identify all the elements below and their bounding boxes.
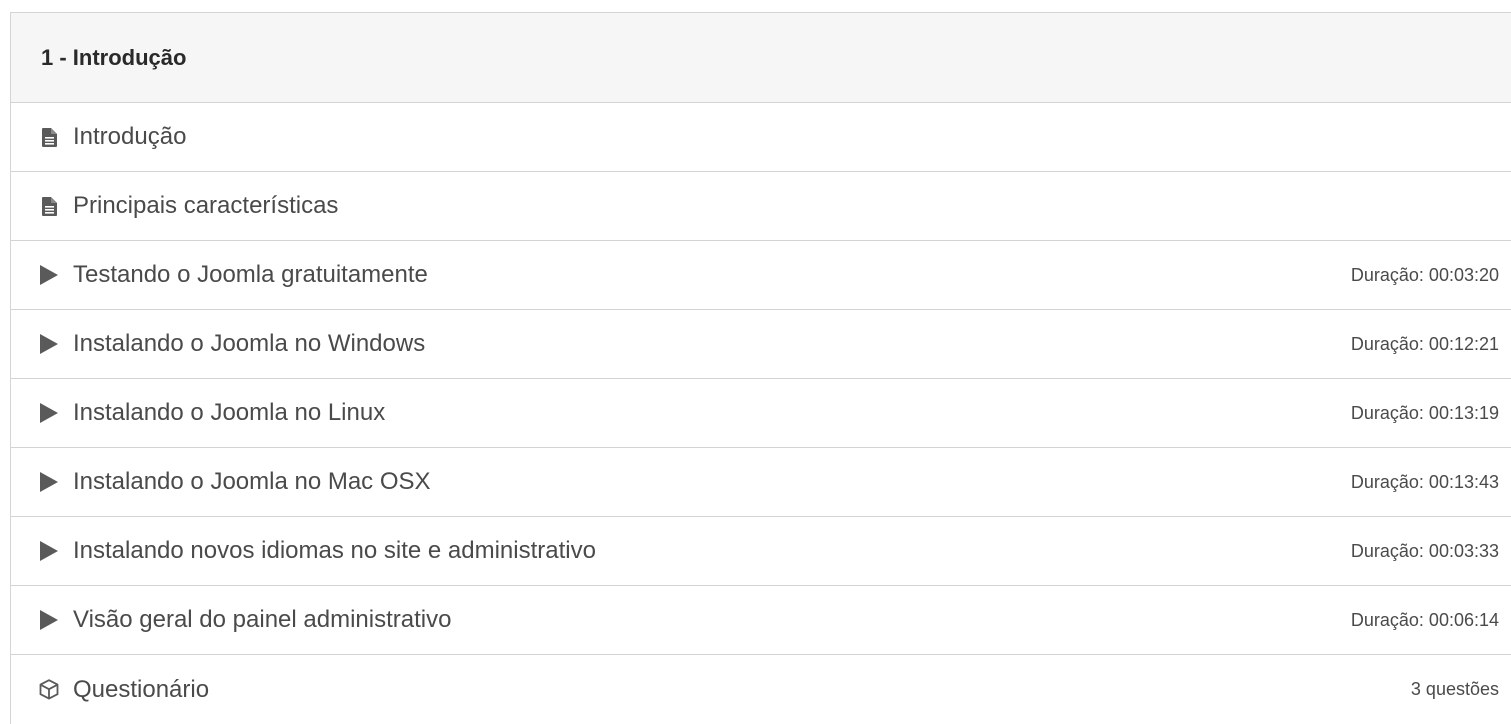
lesson-title: Principais características: [73, 192, 339, 219]
lesson-item[interactable]: Instalando o Joomla no Windows Duração: …: [11, 310, 1511, 379]
lesson-item[interactable]: Instalando o Joomla no Linux Duração: 00…: [11, 379, 1511, 448]
lesson-item[interactable]: Instalando o Joomla no Mac OSX Duração: …: [11, 448, 1511, 517]
lesson-duration: Duração: 00:03:20: [1350, 264, 1499, 285]
document-icon: [39, 125, 59, 149]
lesson-title: Visão geral do painel administrativo: [73, 606, 452, 633]
play-icon: [39, 470, 59, 494]
lesson-duration: Duração: 00:13:19: [1350, 402, 1499, 423]
lesson-duration: Duração: 00:03:33: [1350, 540, 1499, 561]
lesson-item[interactable]: Visão geral do painel administrativo Dur…: [11, 586, 1511, 655]
course-module: 1 - Introdução Introdução Principais car…: [10, 12, 1511, 724]
lesson-duration: Duração: 00:06:14: [1350, 609, 1499, 630]
lesson-title: Testando o Joomla gratuitamente: [73, 261, 428, 288]
play-icon: [39, 608, 59, 632]
document-icon: [39, 194, 59, 218]
lesson-duration: Duração: 00:13:43: [1350, 471, 1499, 492]
lesson-item[interactable]: Testando o Joomla gratuitamente Duração:…: [11, 241, 1511, 310]
lesson-duration: Duração: 00:12:21: [1350, 333, 1499, 354]
lesson-title: Instalando o Joomla no Windows: [73, 330, 426, 357]
lesson-title: Instalando o Joomla no Mac OSX: [73, 468, 431, 495]
module-header[interactable]: 1 - Introdução: [11, 13, 1511, 103]
play-icon: [39, 401, 59, 425]
play-icon: [39, 332, 59, 356]
lesson-title: Instalando novos idiomas no site e admin…: [73, 537, 596, 564]
cube-icon: [39, 678, 59, 702]
lesson-item[interactable]: Questionário 3 questões: [11, 655, 1511, 724]
lesson-item[interactable]: Principais características: [11, 172, 1511, 241]
lesson-title: Questionário: [73, 675, 210, 703]
lesson-title: Instalando o Joomla no Linux: [73, 399, 386, 426]
play-icon: [39, 539, 59, 563]
quiz-question-count: 3 questões: [1410, 679, 1499, 699]
lesson-title: Introdução: [73, 123, 187, 150]
module-title: 1 - Introdução: [41, 44, 187, 70]
lesson-item[interactable]: Introdução: [11, 103, 1511, 172]
lesson-item[interactable]: Instalando novos idiomas no site e admin…: [11, 517, 1511, 586]
play-icon: [39, 263, 59, 287]
